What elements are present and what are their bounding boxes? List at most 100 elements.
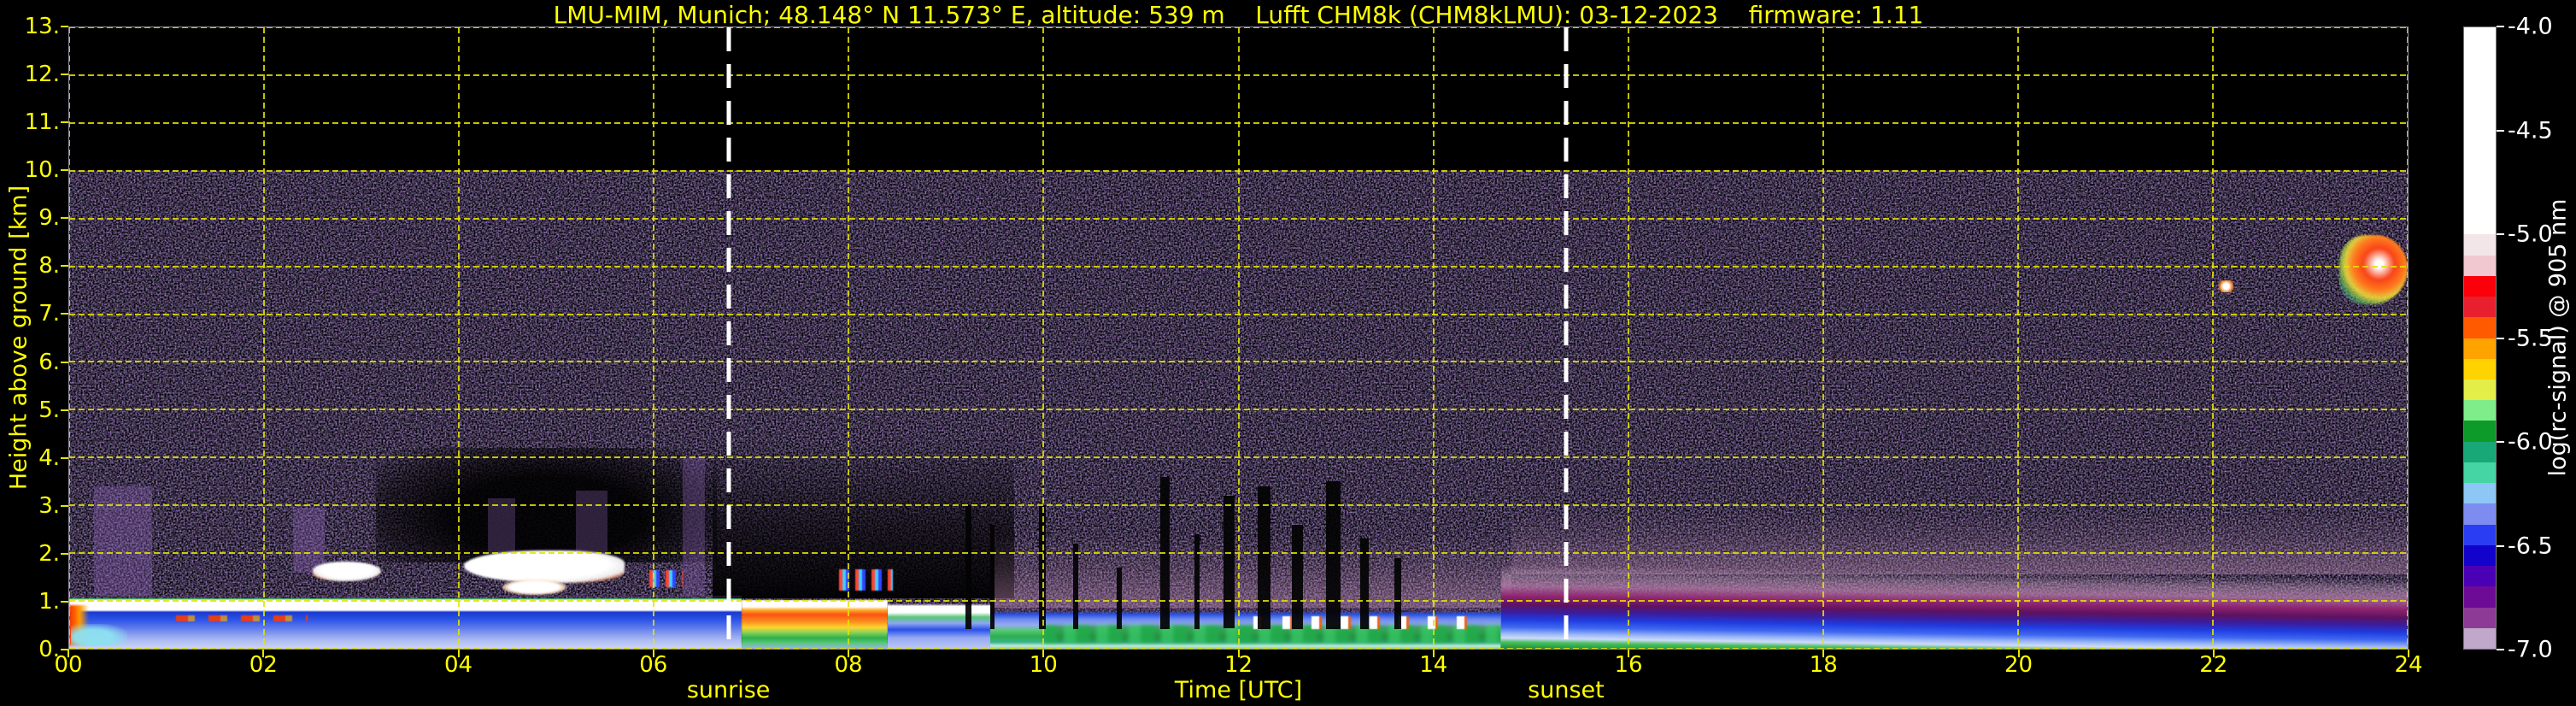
x-tick-mark-8	[848, 650, 849, 657]
colorbar-tick-mark--4.5	[2497, 129, 2504, 132]
y-tick-mark-6	[61, 361, 68, 363]
colorbar-title: log(rc-signal) @ 905 nm	[2544, 198, 2572, 477]
y-tick-label-5: 5.	[38, 397, 60, 423]
y-tick-mark-8	[61, 265, 68, 268]
y-tick-label-1: 1.	[38, 588, 60, 615]
feature-dropout-column-10	[1292, 524, 1303, 629]
feature-dropout-column-4	[1072, 543, 1079, 629]
gridline-x-16	[1627, 27, 1629, 649]
colorbar-tick-mark--4.0	[2497, 26, 2504, 27]
feature-dropout-column-9	[1258, 485, 1271, 629]
colorbar-segment-26	[2464, 566, 2496, 587]
colorbar-segment-6	[2464, 151, 2496, 173]
colorbar-segment-18	[2464, 400, 2496, 421]
feature-dropout-column-2	[989, 524, 995, 629]
x-tick-mark-16	[1628, 650, 1629, 657]
colorbar-segment-21	[2464, 462, 2496, 484]
colorbar-segment-13	[2464, 297, 2496, 318]
gridline-x-2	[263, 27, 266, 649]
gridline-x-10	[1042, 27, 1045, 649]
colorbar-tick-mark--5.0	[2497, 233, 2504, 235]
feature-dropout-column-11	[1326, 481, 1341, 629]
y-tick-mark-3	[61, 504, 68, 507]
colorbar-segment-0	[2464, 27, 2496, 49]
colorbar-segment-14	[2464, 317, 2496, 338]
colorbar-segment-22	[2464, 483, 2496, 504]
y-tick-label-3: 3.	[38, 492, 60, 519]
gridline-x-22	[2211, 27, 2214, 649]
y-tick-label-7: 7.	[38, 301, 60, 327]
x-tick-mark-22	[2212, 650, 2215, 657]
y-tick-label-9: 9.	[38, 205, 60, 232]
feature-cloud-0240	[313, 562, 381, 581]
feature-cirrus-speck	[2217, 280, 2234, 293]
y-tick-mark-4	[61, 456, 68, 459]
y-tick-label-12: 12.	[24, 62, 60, 88]
colorbar-segment-1	[2464, 48, 2496, 69]
feature-dropout-column-7	[1194, 533, 1200, 629]
colorbar-tick-mark--5.5	[2497, 337, 2504, 339]
feature-virga-column-3	[488, 497, 516, 554]
sunrise-line	[726, 27, 731, 649]
colorbar-segment-16	[2464, 358, 2496, 379]
colorbar-segment-7	[2464, 172, 2496, 193]
x-tick-mark-10	[1042, 650, 1045, 657]
feature-virga-column-5	[683, 457, 705, 597]
y-tick-mark-12	[61, 74, 68, 76]
colorbar-segment-17	[2464, 379, 2496, 401]
feature-virga-column-2	[293, 508, 325, 573]
colorbar-segment-12	[2464, 275, 2496, 297]
y-tick-label-6: 6.	[38, 349, 60, 375]
colorbar-segment-2	[2464, 68, 2496, 90]
sunrise-label: sunrise	[686, 677, 771, 703]
colorbar-segment-5	[2464, 131, 2496, 152]
y-tick-label-11: 11.	[24, 109, 60, 136]
colorbar-segment-9	[2464, 214, 2496, 235]
colorbar-tick-label--4.0: -4.0	[2508, 13, 2553, 40]
colorbar-segment-24	[2464, 524, 2496, 545]
x-tick-mark-12	[1237, 650, 1240, 657]
x-tick-mark-14	[1432, 650, 1435, 657]
gridline-x-0	[69, 27, 70, 649]
colorbar-segment-20	[2464, 441, 2496, 462]
feature-surface-cyan-patch	[71, 623, 128, 647]
colorbar-segment-3	[2464, 89, 2496, 110]
colorbar-segment-15	[2464, 338, 2496, 359]
feature-cloud-0430-lower	[502, 579, 566, 596]
annotation-labels: sunrise sunset	[68, 677, 2409, 706]
colorbar-tick-label--6.5: -6.5	[2508, 532, 2553, 559]
colorbar-segment-11	[2464, 255, 2496, 276]
y-tick-mark-2	[61, 552, 68, 555]
feature-virga-column-1	[93, 485, 152, 597]
x-tick-mark-24	[2408, 650, 2409, 657]
y-tick-label-8: 8.	[38, 253, 60, 279]
x-tick-mark-6	[652, 650, 654, 657]
gridline-x-6	[653, 27, 655, 649]
x-tick-mark-2	[262, 650, 265, 657]
y-tick-mark-13	[61, 26, 68, 27]
feature-virga-column-4	[576, 491, 607, 556]
colorbar-tick-label--4.5: -4.5	[2508, 117, 2553, 144]
feature-dropout-column-1	[965, 505, 971, 629]
colorbar-segment-23	[2464, 503, 2496, 525]
colorbar-segment-4	[2464, 109, 2496, 132]
colorbar-segment-29	[2464, 627, 2496, 650]
x-tick-mark-0	[67, 650, 69, 657]
gridline-x-14	[1432, 27, 1435, 649]
colorbar	[2463, 26, 2497, 650]
feature-fog-tail	[887, 603, 990, 649]
feature-cloud-red-under-edge	[176, 615, 308, 621]
y-tick-labels: 0. 1. 2. 3. 4. 5. 6. 7. 8. 9. 10. 11. 12. 13.	[0, 14, 63, 662]
y-tick-label-13: 13.	[24, 14, 60, 39]
sunset-line	[1564, 27, 1569, 649]
feature-dropout-column-13	[1394, 557, 1401, 629]
colorbar-tick-label--7.0: -7.0	[2508, 636, 2553, 663]
feature-colorful-streaks-0800	[838, 569, 893, 591]
feature-fog-bank	[741, 599, 888, 649]
y-tick-mark-9	[61, 217, 68, 220]
colorbar-tick-mark--6.5	[2497, 544, 2504, 547]
gridline-x-12	[1237, 27, 1240, 649]
feature-dropout-column-8	[1223, 496, 1235, 629]
plot-area	[68, 26, 2409, 650]
gridline-x-4	[458, 27, 461, 649]
